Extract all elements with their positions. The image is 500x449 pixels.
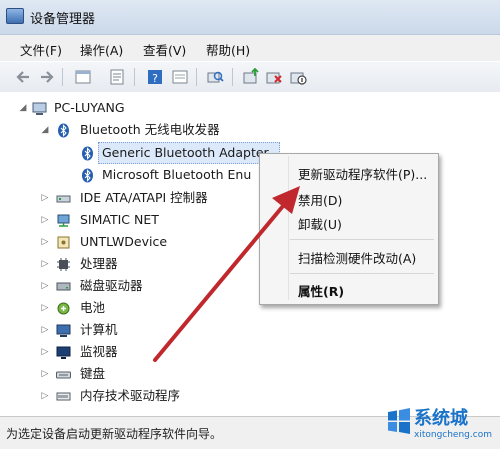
watermark-url: xitongcheng.com <box>414 430 492 440</box>
windows-logo-icon <box>388 408 410 434</box>
status-text: 为选定设备启动更新驱动程序软件向导。 <box>6 427 223 441</box>
watermark: 系统城 xitongcheng.com <box>384 402 500 448</box>
watermark-brand: 系统城 <box>414 408 468 429</box>
annotation-arrow <box>153 186 300 362</box>
